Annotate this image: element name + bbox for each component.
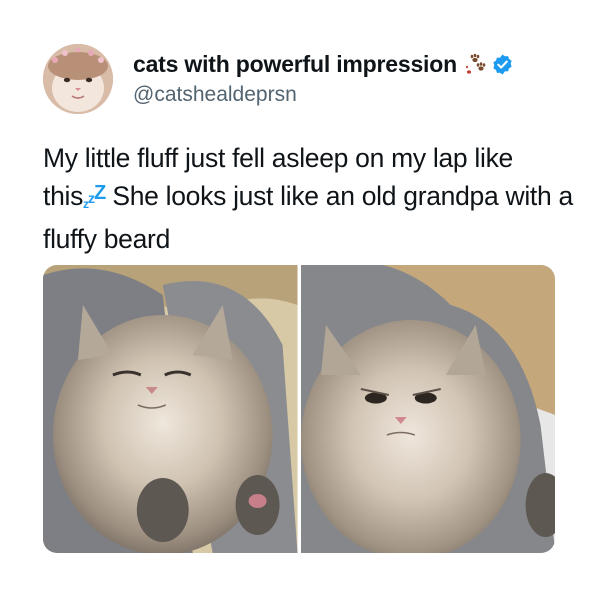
author-avatar[interactable] xyxy=(43,44,113,114)
sleeping-zzz-emoji: zzZ xyxy=(83,181,106,211)
author-name-row: cats with powerful impression xyxy=(133,50,573,78)
tweet-header: cats with powerful impression @catsheald… xyxy=(133,50,573,107)
verified-badge-icon xyxy=(491,53,514,76)
tweet-text: My little fluff just fell asleep on my l… xyxy=(43,141,573,257)
paw-prints-icon xyxy=(464,52,488,76)
photo-sleeping-kitten[interactable] xyxy=(43,265,298,553)
tweet-card: cats with powerful impression @catsheald… xyxy=(0,0,599,599)
tweet-media-grid xyxy=(43,265,555,553)
zzz-large: Z xyxy=(94,182,106,204)
author-handle[interactable]: @catshealdeprsn xyxy=(133,83,573,107)
tweet-text-part2: She looks just like an old grandpa with … xyxy=(43,181,573,254)
photo-grumpy-kitten[interactable] xyxy=(300,265,555,553)
author-display-name[interactable]: cats with powerful impression xyxy=(133,51,457,78)
cat-face-avatar-icon xyxy=(43,44,113,114)
